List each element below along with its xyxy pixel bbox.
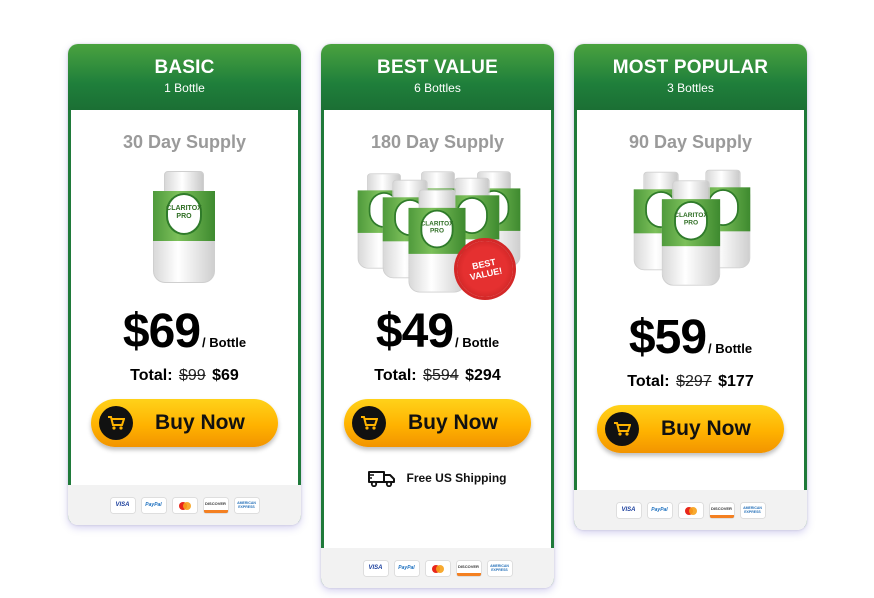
card-subtitle: 6 Bottles <box>414 81 461 95</box>
bottle-image: CLARITOX PRO <box>661 180 721 286</box>
total-old-price: $594 <box>423 367 459 384</box>
per-bottle-label: / Bottle <box>455 335 500 350</box>
price-row: $49/ Bottle <box>321 304 554 359</box>
card-title: BASIC <box>154 57 215 78</box>
free-shipping: Free US Shipping <box>321 469 554 488</box>
total-label: Total: <box>627 373 670 390</box>
paypal-icon: PayPal <box>141 497 166 513</box>
buy-now-label: Buy Now <box>661 417 751 440</box>
bottle-image: CLARITOX PRO <box>153 171 215 283</box>
bottle-label: CLARITOX PRO <box>674 212 708 227</box>
visa-icon: VISA <box>616 502 641 518</box>
total-label: Total: <box>130 367 173 384</box>
supply-label: 90 Day Supply <box>628 132 753 152</box>
bottle-label: CLARITOX PRO <box>166 205 202 220</box>
bottle-label: CLARITOX PRO <box>420 220 454 235</box>
buy-now-button[interactable]: Buy Now <box>344 399 531 447</box>
product-image: CLARITOX PRO BEST VALUE! <box>321 165 554 303</box>
shopping-cart-icon <box>605 412 639 446</box>
buy-now-label: Buy Now <box>408 411 498 434</box>
total-price: Total: $99 $69 <box>68 367 301 385</box>
per-bottle-label: / Bottle <box>202 335 247 350</box>
total-price: Total: $594 $294 <box>321 367 554 385</box>
discover-icon: DISCOVER <box>456 560 481 576</box>
total-price: Total: $297 $177 <box>574 373 807 391</box>
supply-label: 30 Day Supply <box>122 132 247 152</box>
pricing-card-best-value: BEST VALUE 6 Bottles 180 Day Supply CLAR… <box>321 44 554 588</box>
discover-icon: DISCOVER <box>709 502 734 518</box>
card-title: MOST POPULAR <box>612 57 769 78</box>
supply-label: 180 Day Supply <box>370 132 505 152</box>
buy-now-button[interactable]: Buy Now <box>91 399 278 447</box>
total-old-price: $99 <box>178 367 206 384</box>
visa-icon: VISA <box>363 560 388 576</box>
buy-now-label: Buy Now <box>155 411 245 434</box>
price-row: $69/ Bottle <box>68 304 301 359</box>
product-image: CLARITOX PRO <box>574 165 807 290</box>
card-title: BEST VALUE <box>377 57 498 78</box>
paypal-icon: PayPal <box>647 502 672 518</box>
shopping-cart-icon <box>352 406 386 440</box>
total-new-price: $69 <box>212 367 239 384</box>
visa-icon: VISA <box>110 497 135 513</box>
amex-icon: AMERICAN EXPRESS <box>740 502 765 518</box>
buy-now-button[interactable]: Buy Now <box>597 405 784 453</box>
mastercard-icon <box>172 497 197 513</box>
total-label: Total: <box>374 367 417 384</box>
bottle-image: CLARITOX PRO <box>408 189 466 293</box>
product-image: CLARITOX PRO <box>68 165 301 290</box>
price-per-bottle: $69 <box>122 305 201 358</box>
pricing-card-basic: BASIC 1 Bottle 30 Day Supply CLARITOX PR… <box>68 44 301 525</box>
mastercard-icon <box>425 560 450 576</box>
mastercard-icon <box>678 502 703 518</box>
per-bottle-label: / Bottle <box>708 341 753 356</box>
delivery-truck-icon <box>368 469 396 488</box>
payment-methods: VISA PayPal DISCOVER AMERICAN EXPRESS <box>574 490 807 530</box>
pricing-card-most-popular: MOST POPULAR 3 Bottles 90 Day Supply CLA… <box>574 44 807 530</box>
card-header: BEST VALUE 6 Bottles <box>321 44 554 110</box>
amex-icon: AMERICAN EXPRESS <box>487 560 512 576</box>
total-new-price: $294 <box>465 367 501 384</box>
discover-icon: DISCOVER <box>203 497 228 513</box>
paypal-icon: PayPal <box>394 560 419 576</box>
free-shipping-label: Free US Shipping <box>406 471 507 485</box>
card-subtitle: 1 Bottle <box>164 81 205 95</box>
shopping-cart-icon <box>99 406 133 440</box>
price-per-bottle: $59 <box>628 311 707 364</box>
total-old-price: $297 <box>676 373 712 390</box>
card-subtitle: 3 Bottles <box>667 81 714 95</box>
amex-icon: AMERICAN EXPRESS <box>234 497 259 513</box>
total-new-price: $177 <box>718 373 754 390</box>
price-row: $59/ Bottle <box>574 310 807 365</box>
card-header: BASIC 1 Bottle <box>68 44 301 110</box>
card-header: MOST POPULAR 3 Bottles <box>574 44 807 110</box>
payment-methods: VISA PayPal DISCOVER AMERICAN EXPRESS <box>321 548 554 588</box>
price-per-bottle: $49 <box>375 305 454 358</box>
payment-methods: VISA PayPal DISCOVER AMERICAN EXPRESS <box>68 485 301 525</box>
